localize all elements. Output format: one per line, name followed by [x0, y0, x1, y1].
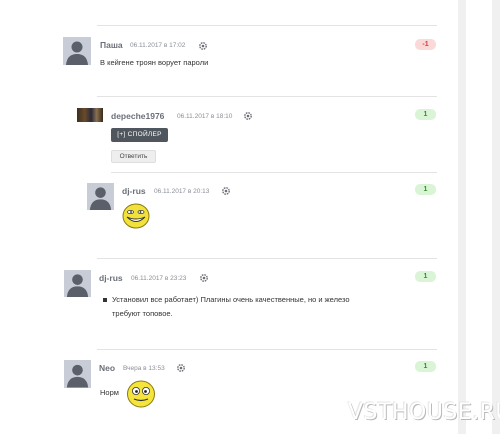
comment-author[interactable]: dj-rus: [122, 186, 146, 196]
separator: [97, 96, 437, 97]
separator: [97, 258, 437, 259]
gear-icon[interactable]: [198, 41, 208, 51]
user-avatar[interactable]: [77, 108, 103, 122]
default-avatar-icon[interactable]: [87, 183, 114, 210]
comment-date: 06.11.2017 в 17:02: [130, 42, 186, 49]
gear-icon[interactable]: [221, 186, 231, 196]
comment-author[interactable]: Паша: [100, 40, 123, 50]
comment-author[interactable]: depeche1976: [111, 111, 164, 121]
comment-text: Норм: [100, 388, 119, 397]
smile-smiley-icon: [126, 380, 156, 408]
gear-icon[interactable]: [243, 111, 253, 121]
default-avatar-icon[interactable]: [64, 270, 91, 297]
rating-badge[interactable]: -1: [415, 39, 436, 50]
rating-badge[interactable]: 1: [415, 109, 436, 120]
rail-panel: [466, 0, 492, 434]
site-watermark: VSTHOUSE.RU: [348, 400, 500, 425]
comment-date: 06.11.2017 в 18:10: [177, 113, 233, 120]
troll-face-smiley-icon: [122, 203, 150, 229]
rating-badge[interactable]: 1: [415, 271, 436, 282]
rating-badge[interactable]: 1: [415, 184, 436, 195]
gear-icon[interactable]: [176, 363, 186, 373]
comment-text: В кейгене троян ворует пароли: [100, 58, 209, 67]
comment-date: Вчера в 13:53: [123, 365, 165, 372]
comments-page: Паша 06.11.2017 в 17:02 -1 В кейгене тро…: [0, 0, 458, 434]
spoiler-button[interactable]: [+] СПОЙЛЕР: [111, 128, 168, 142]
separator: [97, 349, 437, 350]
rating-badge[interactable]: 1: [415, 361, 436, 372]
separator: [111, 172, 437, 173]
comment-author[interactable]: dj-rus: [99, 273, 123, 283]
default-avatar-icon[interactable]: [64, 360, 91, 388]
comment-date: 06.11.2017 в 23:23: [131, 275, 187, 282]
reply-button[interactable]: Ответить: [111, 150, 156, 163]
comment-text-line: Установил все работает) Плагины очень ка…: [112, 295, 350, 304]
list-bullet: [103, 298, 107, 302]
comment-date: 06.11.2017 в 20:13: [154, 188, 210, 195]
gear-icon[interactable]: [199, 273, 209, 283]
separator: [97, 25, 437, 26]
right-rail: [458, 0, 500, 434]
comment-text-line: требуют топовое.: [112, 309, 173, 318]
default-avatar-icon[interactable]: [63, 37, 91, 65]
comment-author[interactable]: Neo: [99, 363, 115, 373]
